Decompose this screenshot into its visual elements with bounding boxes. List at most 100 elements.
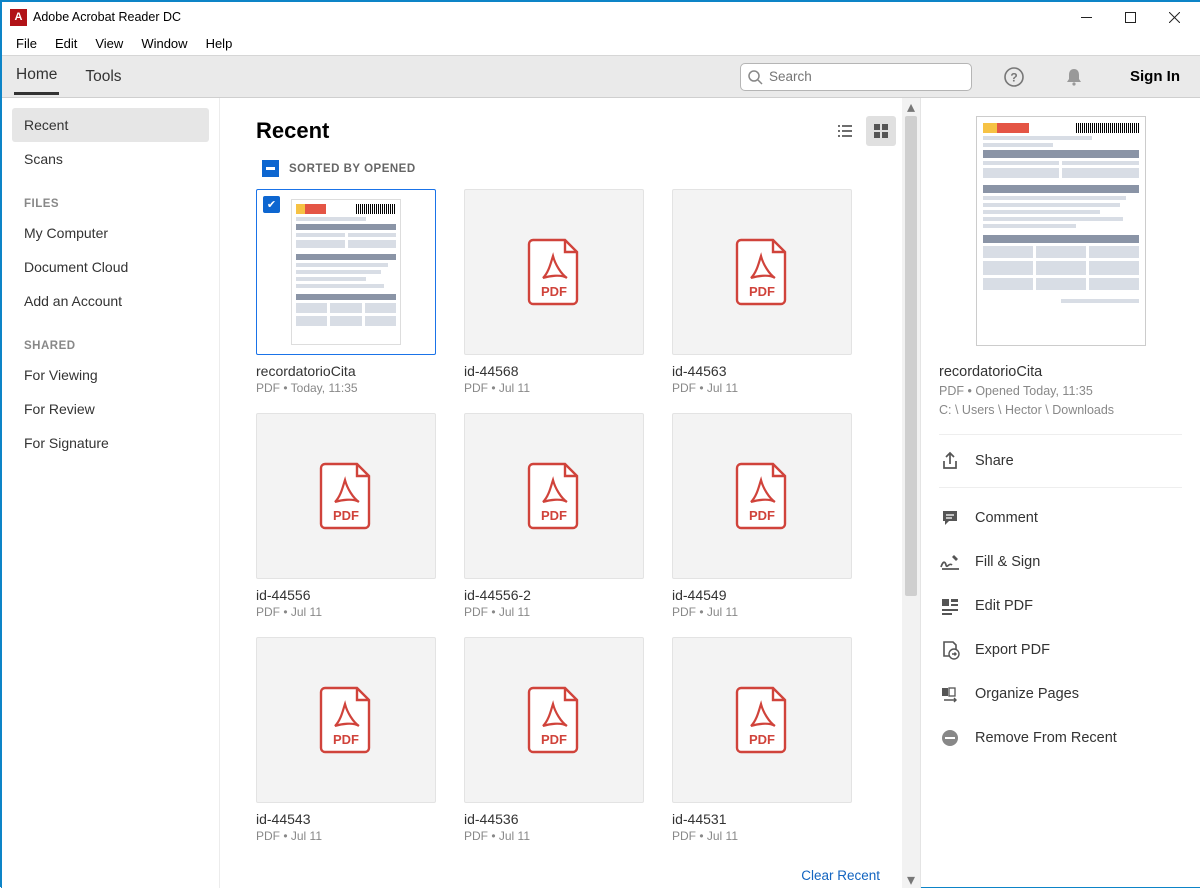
file-thumbnail bbox=[256, 413, 436, 579]
action-export-label: Export PDF bbox=[975, 642, 1050, 658]
file-thumbnail bbox=[672, 189, 852, 355]
sidebar-item-document-cloud[interactable]: Document Cloud bbox=[12, 250, 209, 284]
minimize-button[interactable] bbox=[1064, 2, 1108, 32]
file-card[interactable]: id-44531 PDF • Jul 11 bbox=[672, 637, 852, 843]
search-icon bbox=[747, 69, 763, 85]
file-meta: PDF • Jul 11 bbox=[672, 829, 852, 843]
file-card[interactable]: id-44556-2 PDF • Jul 11 bbox=[464, 413, 644, 619]
selected-check-icon bbox=[263, 196, 280, 213]
file-thumbnail bbox=[672, 413, 852, 579]
action-remove-recent[interactable]: Remove From Recent bbox=[939, 716, 1182, 760]
file-card[interactable]: recordatorioCitaPDF • Today, 11:35 bbox=[256, 189, 436, 395]
action-comment[interactable]: Comment bbox=[939, 496, 1182, 540]
sidebar-item-my-computer[interactable]: My Computer bbox=[12, 216, 209, 250]
file-card[interactable]: id-44563PDF • Jul 11 bbox=[672, 189, 852, 395]
file-thumbnail bbox=[464, 189, 644, 355]
sort-checkbox-icon bbox=[262, 160, 279, 177]
action-share[interactable]: Share bbox=[939, 439, 1182, 483]
sort-indicator[interactable]: SORTED BY OPENED bbox=[262, 160, 896, 177]
menu-edit[interactable]: Edit bbox=[47, 34, 85, 53]
view-grid-button[interactable] bbox=[866, 116, 896, 146]
action-fillsign-label: Fill & Sign bbox=[975, 554, 1040, 570]
remove-icon bbox=[939, 727, 961, 749]
file-card[interactable]: id-44543 PDF • Jul 11 bbox=[256, 637, 436, 843]
export-icon bbox=[939, 639, 961, 661]
menu-view[interactable]: View bbox=[87, 34, 131, 53]
action-edit-pdf[interactable]: Edit PDF bbox=[939, 584, 1182, 628]
file-card[interactable]: id-44556PDF • Jul 11 bbox=[256, 413, 436, 619]
menu-window[interactable]: Window bbox=[133, 34, 195, 53]
file-name: id-44536 bbox=[464, 811, 644, 827]
file-meta: PDF • Jul 11 bbox=[464, 829, 644, 843]
file-card[interactable]: id-44536 PDF • Jul 11 bbox=[464, 637, 644, 843]
file-thumbnail bbox=[464, 413, 644, 579]
detail-filename: recordatorioCita bbox=[939, 364, 1182, 380]
sign-in-button[interactable]: Sign In bbox=[1130, 68, 1180, 85]
action-organize-label: Organize Pages bbox=[975, 686, 1079, 702]
pdf-file-icon bbox=[525, 462, 583, 530]
file-name: id-44556-2 bbox=[464, 587, 644, 603]
file-meta: PDF • Jul 11 bbox=[256, 605, 436, 619]
search-input[interactable] bbox=[769, 69, 971, 84]
maximize-button[interactable] bbox=[1108, 2, 1152, 32]
file-meta: PDF • Jul 11 bbox=[672, 605, 852, 619]
page-title: Recent bbox=[256, 118, 329, 144]
sidebar-item-for-signature[interactable]: For Signature bbox=[12, 426, 209, 460]
file-card[interactable]: id-44568PDF • Jul 11 bbox=[464, 189, 644, 395]
scroll-track[interactable] bbox=[902, 116, 920, 871]
detail-meta-path: C: \ Users \ Hector \ Downloads bbox=[939, 401, 1182, 420]
pdf-file-icon bbox=[733, 686, 791, 754]
scroll-down-icon[interactable]: ▾ bbox=[902, 871, 920, 888]
file-meta: PDF • Jul 11 bbox=[464, 605, 644, 619]
file-meta: PDF • Jul 11 bbox=[464, 381, 644, 395]
tab-tools[interactable]: Tools bbox=[83, 60, 123, 94]
sidebar-item-recent[interactable]: Recent bbox=[12, 108, 209, 142]
view-list-button[interactable] bbox=[830, 116, 860, 146]
menu-help[interactable]: Help bbox=[198, 34, 241, 53]
scroll-up-icon[interactable]: ▴ bbox=[902, 98, 920, 116]
menu-file[interactable]: File bbox=[8, 34, 45, 53]
action-fill-sign[interactable]: Fill & Sign bbox=[939, 540, 1182, 584]
comment-icon bbox=[939, 507, 961, 529]
file-card[interactable]: id-44549PDF • Jul 11 bbox=[672, 413, 852, 619]
search-box[interactable] bbox=[740, 63, 972, 91]
action-export-pdf[interactable]: Export PDF bbox=[939, 628, 1182, 672]
title-bar: A Adobe Acrobat Reader DC bbox=[2, 2, 1200, 32]
edit-icon bbox=[939, 595, 961, 617]
main-panel: Recent SORTED BY OPENED recordatorioCita… bbox=[220, 98, 920, 888]
action-edit-label: Edit PDF bbox=[975, 598, 1033, 614]
menu-bar: File Edit View Window Help bbox=[2, 32, 1200, 56]
detail-meta-opened: PDF • Opened Today, 11:35 bbox=[939, 382, 1182, 401]
tab-home[interactable]: Home bbox=[14, 58, 59, 95]
file-name: id-44531 bbox=[672, 811, 852, 827]
pdf-file-icon bbox=[525, 686, 583, 754]
toolbar: Home Tools ? Sign In bbox=[2, 56, 1200, 98]
detail-preview bbox=[976, 116, 1146, 346]
pdf-file-icon bbox=[733, 462, 791, 530]
sidebar-item-scans[interactable]: Scans bbox=[12, 142, 209, 176]
detail-panel: recordatorioCita PDF • Opened Today, 11:… bbox=[920, 98, 1200, 888]
action-organize-pages[interactable]: Organize Pages bbox=[939, 672, 1182, 716]
file-meta: PDF • Today, 11:35 bbox=[256, 381, 436, 395]
scrollbar[interactable]: ▴ ▾ bbox=[902, 98, 920, 888]
pdf-file-icon bbox=[317, 686, 375, 754]
scroll-thumb[interactable] bbox=[905, 116, 917, 596]
sidebar-item-for-review[interactable]: For Review bbox=[12, 392, 209, 426]
file-name: id-44543 bbox=[256, 811, 436, 827]
clear-recent-link[interactable]: Clear Recent bbox=[801, 868, 880, 883]
help-button[interactable]: ? bbox=[1002, 65, 1026, 89]
sidebar-item-for-viewing[interactable]: For Viewing bbox=[12, 358, 209, 392]
svg-text:?: ? bbox=[1010, 70, 1017, 84]
file-meta: PDF • Jul 11 bbox=[672, 381, 852, 395]
sidebar-item-add-account[interactable]: Add an Account bbox=[12, 284, 209, 318]
file-meta: PDF • Jul 11 bbox=[256, 829, 436, 843]
pdf-file-icon bbox=[317, 462, 375, 530]
close-button[interactable] bbox=[1152, 2, 1196, 32]
sidebar-heading-shared: SHARED bbox=[12, 318, 209, 358]
notifications-button[interactable] bbox=[1062, 65, 1086, 89]
document-thumbnail bbox=[291, 199, 401, 345]
app-icon: A bbox=[10, 9, 27, 26]
file-thumbnail bbox=[256, 189, 436, 355]
sort-label: SORTED BY OPENED bbox=[289, 163, 416, 175]
share-icon bbox=[939, 450, 961, 472]
